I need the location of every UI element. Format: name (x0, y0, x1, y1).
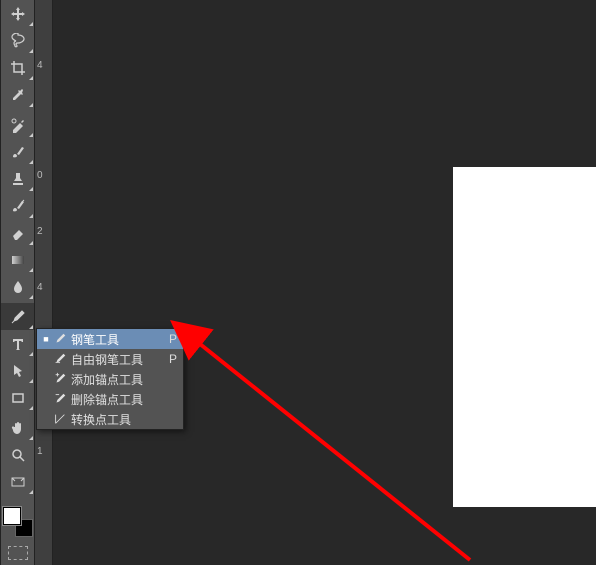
quick-mask-toggle[interactable] (8, 546, 28, 560)
hand-tool[interactable] (1, 414, 34, 441)
flyout-item-label: 钢笔工具 (69, 331, 165, 348)
foreground-color-swatch[interactable] (3, 507, 21, 525)
active-dot-icon: ■ (41, 334, 51, 344)
eraser-tool[interactable] (1, 219, 34, 246)
flyout-item-label: 添加锚点工具 (69, 371, 165, 388)
stamp-tool[interactable] (1, 165, 34, 192)
move-tool[interactable] (1, 0, 34, 27)
flyout-item-shortcut: P (165, 332, 177, 346)
blur-tool[interactable] (1, 273, 34, 300)
freeform-pen-icon (51, 352, 69, 366)
flyout-item-label: 删除锚点工具 (69, 391, 165, 408)
lasso-tool[interactable] (1, 27, 34, 54)
flyout-item-label: 转换点工具 (69, 411, 165, 428)
ruler-tick: 1 (37, 446, 43, 457)
brush-tool[interactable] (1, 138, 34, 165)
pen-tool-flyout: ■ 钢笔工具 P 自由钢笔工具 P 添加锚点工具 删除锚点工具 转换点工具 (36, 328, 184, 430)
flyout-item-label: 自由钢笔工具 (69, 351, 165, 368)
ruler-tick: 4 (37, 60, 43, 71)
flyout-freeform-pen-tool[interactable]: 自由钢笔工具 P (37, 349, 183, 369)
color-swatches[interactable] (3, 507, 33, 537)
ruler-tick: 4 (37, 282, 43, 293)
convert-point-icon (51, 412, 69, 426)
pen-tool[interactable] (1, 303, 34, 330)
zoom-tool[interactable] (1, 441, 34, 468)
flyout-convert-point-tool[interactable]: 转换点工具 (37, 409, 183, 429)
flyout-delete-anchor-tool[interactable]: 删除锚点工具 (37, 389, 183, 409)
view-tool[interactable] (1, 468, 34, 495)
ruler-tick: 0 (37, 170, 43, 181)
flyout-item-shortcut: P (165, 352, 177, 366)
ruler-tick: 2 (37, 226, 43, 237)
crop-tool[interactable] (1, 54, 34, 81)
document-canvas[interactable] (453, 167, 596, 507)
vertical-ruler: 4 0 2 4 1 (35, 0, 53, 565)
flyout-add-anchor-tool[interactable]: 添加锚点工具 (37, 369, 183, 389)
delete-anchor-icon (51, 392, 69, 406)
flyout-pen-tool[interactable]: ■ 钢笔工具 P (37, 329, 183, 349)
history-brush-tool[interactable] (1, 192, 34, 219)
pen-icon (51, 332, 69, 346)
healing-brush-tool[interactable] (1, 111, 34, 138)
eyedropper-tool[interactable] (1, 81, 34, 108)
type-tool[interactable] (1, 330, 34, 357)
add-anchor-icon (51, 372, 69, 386)
tools-panel (0, 0, 35, 565)
shape-tool[interactable] (1, 384, 34, 411)
gradient-tool[interactable] (1, 246, 34, 273)
canvas-area[interactable] (53, 0, 596, 565)
path-selection-tool[interactable] (1, 357, 34, 384)
